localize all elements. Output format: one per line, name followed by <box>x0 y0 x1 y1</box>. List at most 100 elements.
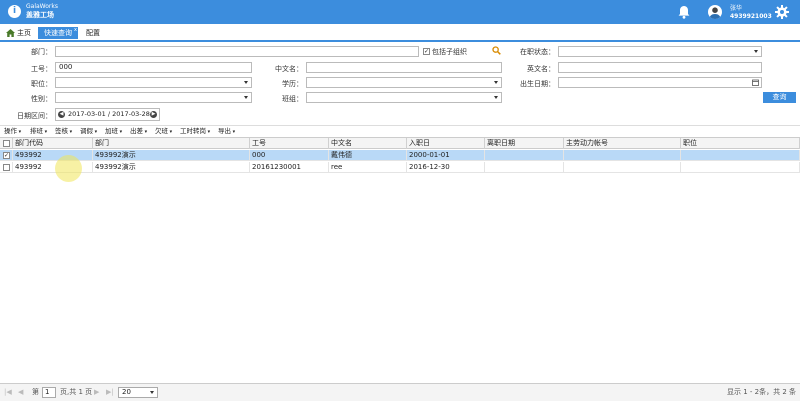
tab-bar: 主页 快速查询 x 配置 <box>0 26 800 42</box>
record-summary: 显示 1 - 2条，共 2 条 <box>726 388 796 396</box>
position-select[interactable] <box>55 77 252 88</box>
tab-quick-query[interactable]: 快速查询 x <box>38 27 78 39</box>
en-name-input[interactable] <box>558 62 762 73</box>
status-label: 在职状态： <box>520 48 555 56</box>
select-all-checkbox[interactable] <box>3 140 10 147</box>
cell-dept: 493992演示 <box>93 150 250 161</box>
col-leave-date[interactable]: 离职日期 <box>485 138 564 149</box>
toolbar-overtime[interactable]: 加班 <box>105 127 122 137</box>
dept-input[interactable] <box>55 46 419 57</box>
col-position[interactable]: 职位 <box>681 138 800 149</box>
prev-page-icon[interactable]: ◀ <box>18 387 23 398</box>
status-select[interactable] <box>558 46 762 57</box>
cell-main-account <box>564 150 681 161</box>
top-header: i GalaWorks 盖雅工场 张华 4939921003 <box>0 0 800 24</box>
row-checkbox[interactable]: ✓ <box>3 152 10 159</box>
birth-date-input[interactable] <box>558 77 762 88</box>
cell-emp-no: 20161230001 <box>250 162 329 173</box>
position-label: 职位： <box>31 80 52 88</box>
cell-leave-date <box>485 162 564 173</box>
date-range-picker[interactable]: ◀ 2017-03-01 / 2017-03-28 ▶ <box>55 108 160 121</box>
toolbar-approve[interactable]: 签核 <box>55 127 72 137</box>
select-all-cell <box>0 138 13 149</box>
shift-select[interactable] <box>306 92 502 103</box>
calendar-icon[interactable] <box>752 79 759 86</box>
education-label: 学历： <box>282 80 303 88</box>
logo-chinese: 盖雅工场 <box>26 11 54 19</box>
include-sub-checkbox[interactable]: ✓ <box>423 48 430 55</box>
first-page-icon[interactable]: |◀ <box>4 387 12 398</box>
cell-hire-date: 2000-01-01 <box>407 150 485 161</box>
col-emp-no[interactable]: 工号 <box>250 138 329 149</box>
emp-no-label: 工号： <box>31 65 52 73</box>
dept-label: 部门： <box>31 48 52 56</box>
toolbar-leave[interactable]: 调假 <box>80 127 97 137</box>
include-sub-label: 包括子组织 <box>432 48 467 56</box>
col-dept-code[interactable]: 部门代码 <box>13 138 93 149</box>
toolbar-operate[interactable]: 操作 <box>4 127 21 137</box>
toolbar-transfer[interactable]: 工时转岗 <box>180 127 210 137</box>
cell-dept-code: 493992 <box>13 162 93 173</box>
user-id: 4939921003 <box>730 13 772 20</box>
tab-config[interactable]: 配置 <box>82 27 104 39</box>
toolbar-trip[interactable]: 出差 <box>130 127 147 137</box>
cell-dept-code: 493992 <box>13 150 93 161</box>
emp-no-input[interactable]: 000 <box>55 62 252 73</box>
cn-name-label: 中文名： <box>275 65 303 73</box>
row-select-cell: ✓ <box>0 150 13 161</box>
last-page-icon[interactable]: ▶| <box>106 387 114 398</box>
pager: |◀ ◀ 第 1 页,共 1 页 ▶ ▶| 20 显示 1 - 2条，共 2 条 <box>0 383 800 401</box>
en-name-label: 英文名： <box>527 65 555 73</box>
row-checkbox[interactable] <box>3 164 10 171</box>
table-row[interactable]: 493992 493992演示 20161230001 ree 2016-12-… <box>0 162 800 173</box>
tab-quick-query-label: 快速查询 <box>44 29 72 37</box>
user-avatar-icon <box>709 7 721 19</box>
date-range-label: 日期区间： <box>17 112 52 120</box>
date-range-value: 2017-03-01 / 2017-03-28 <box>68 110 150 118</box>
logo-icon: i <box>8 4 21 18</box>
table-row[interactable]: ✓ 493992 493992演示 000 戴伟德 2000-01-01 <box>0 150 800 161</box>
education-select[interactable] <box>306 77 502 88</box>
avatar[interactable] <box>708 5 722 19</box>
row-select-cell <box>0 162 13 173</box>
page-suffix: 页,共 1 页 <box>60 388 93 396</box>
toolbar-export[interactable]: 导出 <box>218 127 235 137</box>
cell-cn-name: ree <box>329 162 407 173</box>
toolbar-schedule[interactable]: 排班 <box>30 127 47 137</box>
user-info[interactable]: 张华 4939921003 <box>730 5 772 21</box>
gender-select[interactable] <box>55 92 252 103</box>
gear-icon[interactable] <box>774 4 790 20</box>
cell-hire-date: 2016-12-30 <box>407 162 485 173</box>
next-period-icon[interactable]: ▶ <box>150 111 157 118</box>
cell-main-account <box>564 162 681 173</box>
app-logo[interactable]: i GalaWorks 盖雅工场 <box>8 3 58 19</box>
grid-header: 部门代码 部门 工号 中文名 入职日 离职日期 主劳动力帐号 职位 <box>0 137 800 149</box>
user-name: 张华 <box>730 5 743 12</box>
bell-icon[interactable] <box>676 4 692 20</box>
page-size-select[interactable]: 20 <box>118 387 158 398</box>
home-icon <box>6 29 15 37</box>
col-hire-date[interactable]: 入职日 <box>407 138 485 149</box>
next-page-icon[interactable]: ▶ <box>94 387 99 398</box>
search-icon[interactable] <box>492 46 501 55</box>
query-button[interactable]: 查询 <box>763 92 796 103</box>
col-main-account[interactable]: 主劳动力帐号 <box>564 138 681 149</box>
prev-period-icon[interactable]: ◀ <box>58 111 65 118</box>
col-cn-name[interactable]: 中文名 <box>329 138 407 149</box>
tab-close-icon[interactable]: x <box>74 24 77 36</box>
cell-leave-date <box>485 150 564 161</box>
col-dept[interactable]: 部门 <box>93 138 250 149</box>
shift-label: 班组： <box>282 95 303 103</box>
cell-emp-no: 000 <box>250 150 329 161</box>
birth-label: 出生日期： <box>520 80 555 88</box>
logo-english: GalaWorks <box>26 3 58 10</box>
toolbar-owed-shift[interactable]: 欠班 <box>155 127 172 137</box>
cn-name-input[interactable] <box>306 62 502 73</box>
tab-home[interactable]: 主页 <box>2 27 35 39</box>
gender-label: 性别： <box>31 95 52 103</box>
page-prefix: 第 <box>32 388 39 396</box>
page-number-input[interactable]: 1 <box>42 387 56 398</box>
cell-position <box>681 162 800 173</box>
action-toolbar: 操作 排班 签核 调假 加班 出差 欠班 工时转岗 导出 <box>0 125 800 137</box>
tab-config-label: 配置 <box>86 29 100 37</box>
